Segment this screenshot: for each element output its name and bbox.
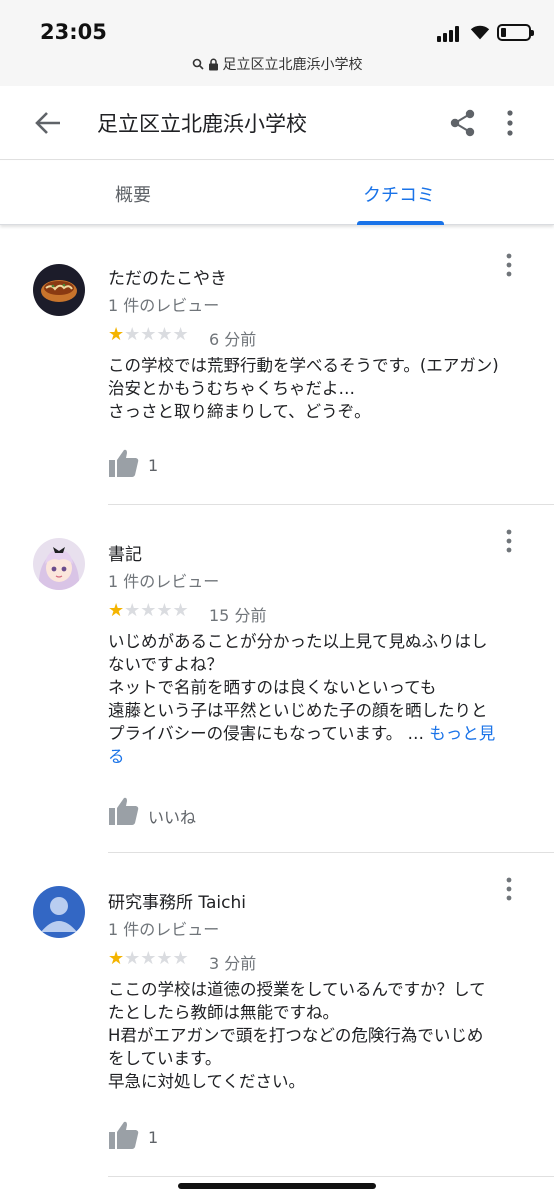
divider bbox=[108, 852, 554, 853]
battery-low-icon bbox=[497, 24, 534, 41]
like-count: 1 bbox=[148, 456, 159, 475]
default-person-avatar[interactable] bbox=[33, 886, 85, 938]
review-time: 15 分前 bbox=[209, 606, 267, 625]
review-text-line: ネットで名前を晒すのは良くないといっても bbox=[108, 678, 437, 697]
search-icon bbox=[192, 58, 204, 70]
more-vert-icon[interactable] bbox=[498, 252, 520, 278]
review-time: 6 分前 bbox=[209, 330, 257, 349]
cellular-signal-icon bbox=[437, 26, 463, 42]
review-text-line: ないですよね？ bbox=[108, 655, 224, 674]
star-rating: ★★★★★ bbox=[108, 600, 189, 621]
review-text-line: 治安とかもうむちゃくちゃだよ… bbox=[108, 379, 356, 398]
review-text-line: この学校では荒野行動を学べるそうです。(エアガン) bbox=[108, 356, 499, 375]
page-title: 足立区立北鹿浜小学校 bbox=[97, 112, 307, 136]
home-indicator[interactable] bbox=[178, 1183, 376, 1189]
more-vert-icon[interactable] bbox=[498, 876, 520, 902]
review-text: ここの学校は道徳の授業をしているんですか？して たとしたら教師は無能ですね。 H… bbox=[108, 978, 528, 1093]
review-count: 1 件のレビュー bbox=[108, 296, 220, 315]
lock-icon bbox=[208, 58, 218, 70]
wifi-icon bbox=[470, 25, 490, 40]
review-text-line: さっさと取り締まりして、どうぞ。 bbox=[108, 402, 371, 421]
more-vert-icon[interactable] bbox=[498, 108, 522, 138]
tab-overview[interactable]: 概要 bbox=[115, 181, 151, 207]
app-bar: 足立区立北鹿浜小学校 bbox=[0, 86, 554, 160]
review-text-line: ここの学校は道徳の授業をしているんですか？して bbox=[108, 980, 486, 999]
more-link[interactable]: もっと見 bbox=[429, 724, 495, 743]
tab-reviews[interactable]: クチコミ bbox=[363, 181, 435, 207]
review-count: 1 件のレビュー bbox=[108, 572, 220, 591]
divider bbox=[108, 1176, 554, 1177]
takoyaki-avatar[interactable] bbox=[33, 264, 85, 316]
anime-girl-avatar[interactable] bbox=[33, 538, 85, 590]
more-vert-icon[interactable] bbox=[498, 528, 520, 554]
star-rating: ★★★★★ bbox=[108, 948, 189, 969]
status-bar: 23:05 足立区立北鹿浜小学校 bbox=[0, 0, 554, 86]
review-time: 3 分前 bbox=[209, 954, 257, 973]
tab-bar: 概要 クチコミ bbox=[0, 161, 554, 225]
divider bbox=[108, 504, 554, 505]
like-count: 1 bbox=[148, 1128, 159, 1147]
review-text-line: プライバシーの侵害にもなっています。 … bbox=[108, 724, 424, 743]
review-text-line: たとしたら教師は無能ですね。 bbox=[108, 1003, 339, 1022]
review-text-line: をしています。 bbox=[108, 1049, 222, 1068]
more-link[interactable]: る bbox=[108, 747, 125, 766]
active-tab-indicator bbox=[357, 221, 444, 225]
thumbs-up-icon[interactable] bbox=[108, 1120, 140, 1150]
review-text-line: いじめがあることが分かった以上見て見ぬふりはし bbox=[108, 632, 488, 651]
reviewer-name[interactable]: 書記 bbox=[108, 540, 142, 565]
star-rating: ★★★★★ bbox=[108, 324, 189, 345]
review-text-line: 遠藤という子は平然といじめた子の顔を晒したりと bbox=[108, 701, 488, 720]
share-icon[interactable] bbox=[448, 108, 478, 138]
reviewer-name[interactable]: ただのたこやき bbox=[108, 264, 227, 289]
review-count: 1 件のレビュー bbox=[108, 920, 220, 939]
review-text: この学校では荒野行動を学べるそうです。(エアガン) 治安とかもうむちゃくちゃだよ… bbox=[108, 354, 528, 423]
reviewer-name[interactable]: 研究事務所 Taichi bbox=[108, 888, 246, 913]
url-bar[interactable]: 足立区立北鹿浜小学校 bbox=[0, 50, 554, 78]
thumbs-up-icon[interactable] bbox=[108, 448, 140, 478]
thumbs-up-icon[interactable] bbox=[108, 796, 140, 826]
review-text-line: H君がエアガンで頭を打つなどの危険行為でいじめ bbox=[108, 1026, 484, 1045]
review-text-line: 早急に対処してください。 bbox=[108, 1072, 306, 1091]
like-label: いいね bbox=[148, 808, 197, 827]
arrow-left-icon[interactable] bbox=[30, 108, 64, 138]
url-text: 足立区立北鹿浜小学校 bbox=[222, 57, 363, 73]
review-text: いじめがあることが分かった以上見て見ぬふりはし ないですよね？ ネットで名前を晒… bbox=[108, 630, 528, 768]
clock: 23:05 bbox=[40, 20, 107, 44]
